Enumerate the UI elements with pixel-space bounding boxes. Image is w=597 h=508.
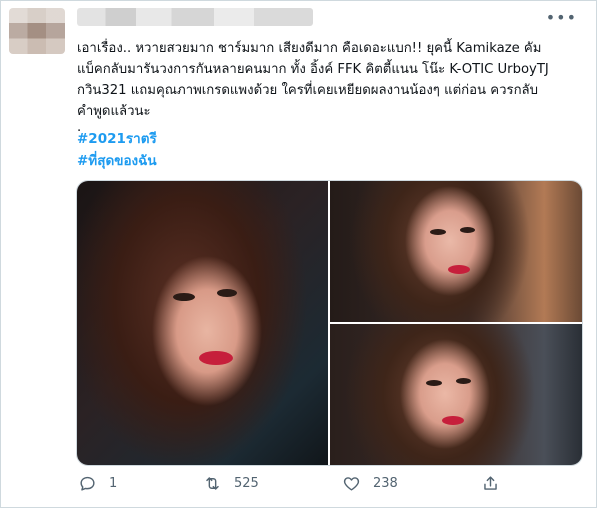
tweet-actions: 1 525 238 [0, 470, 597, 500]
photo-3[interactable] [330, 324, 582, 465]
author-name-blurred[interactable] [77, 8, 313, 26]
reply-icon [80, 476, 95, 491]
photo-detail [426, 380, 442, 386]
photo-detail [173, 293, 195, 301]
like-button[interactable]: 238 [342, 474, 398, 493]
hashtag-link[interactable]: #ที่สุดของฉัน [77, 150, 157, 172]
share-icon [484, 476, 497, 490]
tweet-text-line: กวิน321 แถมคุณภาพเกรดแพงด้วย ใครที่เคยเห… [77, 83, 539, 98]
photo-detail [456, 378, 471, 384]
retweet-icon [206, 477, 219, 490]
photo-detail [199, 351, 233, 365]
photo-2[interactable] [330, 181, 582, 322]
tweet-text: เอาเรื่อง.. หวายสวยมาก ชาร์มมาก เสียงดีม… [77, 38, 587, 134]
photo-detail [460, 227, 475, 233]
photo-detail [442, 416, 464, 425]
photo-detail [430, 229, 446, 235]
tweet-text-line: เอาเรื่อง.. หวายสวยมาก ชาร์มมาก เสียงดีม… [77, 41, 542, 56]
photo-detail [448, 265, 470, 274]
heart-icon [343, 477, 360, 491]
more-dots-icon[interactable]: ••• [546, 10, 577, 26]
avatar[interactable] [9, 8, 65, 54]
tweet-text-line: แบ็คกลับมารันวงการกันหลายคนมาก ทั้ง อิ้ง… [77, 62, 549, 77]
share-button[interactable] [481, 474, 500, 493]
tweet-text-line: คำพูดแล้วนะ [77, 104, 151, 119]
hashtag-list: #2021ราตรี #ที่สุดของฉัน [77, 128, 157, 172]
hashtag-link[interactable]: #2021ราตรี [77, 128, 157, 150]
reply-count: 1 [109, 476, 118, 491]
retweet-count: 525 [234, 476, 259, 491]
photo-detail [217, 289, 237, 297]
like-count: 238 [373, 476, 398, 491]
media-grid [76, 180, 583, 466]
reply-button[interactable]: 1 [78, 474, 117, 493]
retweet-button[interactable]: 525 [203, 474, 259, 493]
photo-1[interactable] [77, 181, 328, 465]
